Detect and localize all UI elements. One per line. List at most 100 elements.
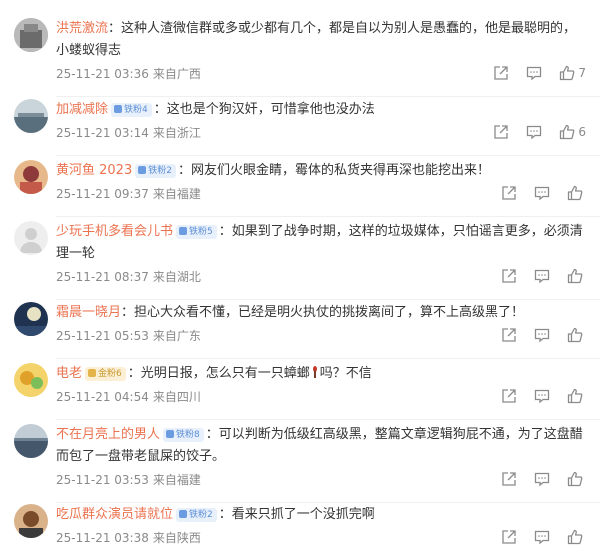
comment-button[interactable] bbox=[534, 529, 550, 545]
like-button[interactable] bbox=[567, 471, 586, 487]
thumb-up-icon bbox=[567, 185, 583, 201]
badge-icon bbox=[179, 227, 188, 235]
comment-text: 吃瓜群众演员请就位 铁粉2 ：看来只抓了一个没抓完啊 bbox=[56, 504, 586, 526]
comment-time: 25-11-21 09:37 bbox=[56, 187, 149, 201]
share-icon bbox=[502, 389, 516, 403]
username[interactable]: 洪荒激流 bbox=[56, 21, 108, 36]
comment-meta: 25-11-21 04:54 来自四川 bbox=[56, 389, 205, 405]
comment-meta: 25-11-21 03:36 来自广西 bbox=[56, 66, 205, 82]
comment-icon bbox=[534, 269, 550, 284]
like-button[interactable] bbox=[567, 185, 586, 201]
avatar[interactable] bbox=[14, 99, 48, 133]
thumb-up-icon bbox=[560, 65, 575, 81]
badge-label: 铁粉2 bbox=[189, 510, 213, 520]
badge-icon bbox=[179, 510, 188, 518]
candle-emoji-icon bbox=[312, 366, 317, 378]
comment-actions bbox=[484, 387, 586, 405]
share-icon bbox=[502, 186, 516, 200]
share-button[interactable] bbox=[501, 185, 517, 201]
avatar[interactable] bbox=[14, 504, 48, 538]
comment-actions bbox=[484, 267, 586, 285]
share-icon bbox=[502, 530, 516, 544]
share-button[interactable] bbox=[493, 65, 509, 81]
share-icon bbox=[494, 66, 509, 80]
divider bbox=[56, 358, 600, 359]
like-button[interactable] bbox=[567, 268, 586, 284]
username[interactable]: 黄河鱼 2023 bbox=[56, 163, 132, 178]
username[interactable]: 霜晨一晓月 bbox=[56, 305, 121, 320]
username[interactable]: 电老 bbox=[56, 366, 82, 381]
badge-icon bbox=[114, 105, 123, 113]
thumb-up-icon bbox=[567, 268, 583, 284]
comment-location: 来自广西 bbox=[152, 67, 201, 81]
comment-location: 来自福建 bbox=[152, 473, 201, 487]
fan-badge: 铁粉8 bbox=[163, 428, 204, 442]
badge-icon bbox=[88, 369, 97, 377]
divider bbox=[56, 419, 600, 420]
divider bbox=[56, 155, 600, 156]
comment-actions: 7 bbox=[476, 64, 586, 82]
comment-button[interactable] bbox=[534, 471, 550, 487]
like-count: 6 bbox=[578, 125, 586, 139]
comment-meta: 25-11-21 05:53 来自广东 bbox=[56, 328, 205, 344]
comment-actions bbox=[484, 470, 586, 488]
username[interactable]: 吃瓜群众演员请就位 bbox=[56, 507, 173, 522]
avatar[interactable] bbox=[14, 302, 48, 336]
thumb-up-icon bbox=[560, 124, 575, 140]
share-button[interactable] bbox=[501, 327, 517, 343]
comment-actions: 6 bbox=[476, 123, 586, 141]
divider bbox=[56, 216, 600, 217]
comment-content: ：看来只抓了一个没抓完啊 bbox=[218, 507, 375, 522]
username[interactable]: 少玩手机多看会儿书 bbox=[56, 224, 173, 239]
comment-button[interactable] bbox=[534, 268, 550, 284]
comment-content: ：担心大众看不懂，已经是明火执仗的挑拨离间了，算不上高级黑了！ bbox=[121, 305, 525, 320]
badge-label: 铁粉4 bbox=[124, 105, 148, 115]
like-count: 7 bbox=[578, 66, 586, 80]
avatar[interactable] bbox=[14, 424, 48, 458]
comment-location: 来自广东 bbox=[152, 329, 201, 343]
comment-content: ：光明日报，怎么只有一只蟑螂 bbox=[127, 366, 310, 381]
thumb-up-icon bbox=[567, 327, 583, 343]
comment-time: 25-11-21 03:38 bbox=[56, 531, 149, 545]
share-button[interactable] bbox=[501, 471, 517, 487]
comment-button[interactable] bbox=[534, 388, 550, 404]
share-icon bbox=[502, 472, 516, 486]
comment-button[interactable] bbox=[534, 327, 550, 343]
comment-button[interactable] bbox=[526, 65, 542, 81]
like-button[interactable] bbox=[567, 388, 586, 404]
avatar[interactable] bbox=[14, 363, 48, 397]
comment-time: 25-11-21 04:54 bbox=[56, 390, 149, 404]
username[interactable]: 加减减除 bbox=[56, 102, 108, 117]
comment-text: 洪荒激流：这种人渣微信群或多或少都有几个，都是自以为别人是愚蠢的，他是最聪明的，… bbox=[56, 18, 586, 62]
divider bbox=[56, 96, 600, 97]
avatar[interactable] bbox=[14, 18, 48, 52]
comment-content-tail: 吗？不信 bbox=[319, 366, 372, 381]
share-button[interactable] bbox=[501, 529, 517, 545]
divider bbox=[56, 299, 600, 300]
share-button[interactable] bbox=[493, 124, 509, 140]
comment-button[interactable] bbox=[534, 185, 550, 201]
badge-icon bbox=[166, 430, 175, 438]
like-button[interactable] bbox=[567, 529, 586, 545]
comment-icon bbox=[527, 125, 542, 140]
divider bbox=[56, 502, 600, 503]
comment-location: 来自湖北 bbox=[152, 270, 201, 284]
comment-icon bbox=[534, 472, 550, 487]
fan-badge: 金粉6 bbox=[85, 367, 126, 381]
avatar[interactable] bbox=[14, 221, 48, 255]
comment-content: ：这种人渣微信群或多或少都有几个，都是自以为别人是愚蠢的，他是最聪明的，小蝼蚁得… bbox=[56, 21, 577, 58]
username[interactable]: 不在月亮上的男人 bbox=[56, 427, 160, 442]
thumb-up-icon bbox=[567, 529, 583, 545]
comment-meta: 25-11-21 03:38 来自陕西 bbox=[56, 530, 205, 546]
comment-actions bbox=[484, 326, 586, 344]
comment-button[interactable] bbox=[526, 124, 542, 140]
comment-text: 少玩手机多看会儿书 铁粉5 ：如果到了战争时期，这样的垃圾媒体，只怕谣言更多，必须清… bbox=[56, 221, 586, 265]
comment-location: 来自福建 bbox=[152, 187, 201, 201]
share-button[interactable] bbox=[501, 268, 517, 284]
share-button[interactable] bbox=[501, 388, 517, 404]
like-button[interactable]: 6 bbox=[559, 124, 586, 140]
like-button[interactable]: 7 bbox=[559, 65, 586, 81]
avatar[interactable] bbox=[14, 160, 48, 194]
comment-meta: 25-11-21 03:14 来自浙江 bbox=[56, 125, 205, 141]
like-button[interactable] bbox=[567, 327, 586, 343]
